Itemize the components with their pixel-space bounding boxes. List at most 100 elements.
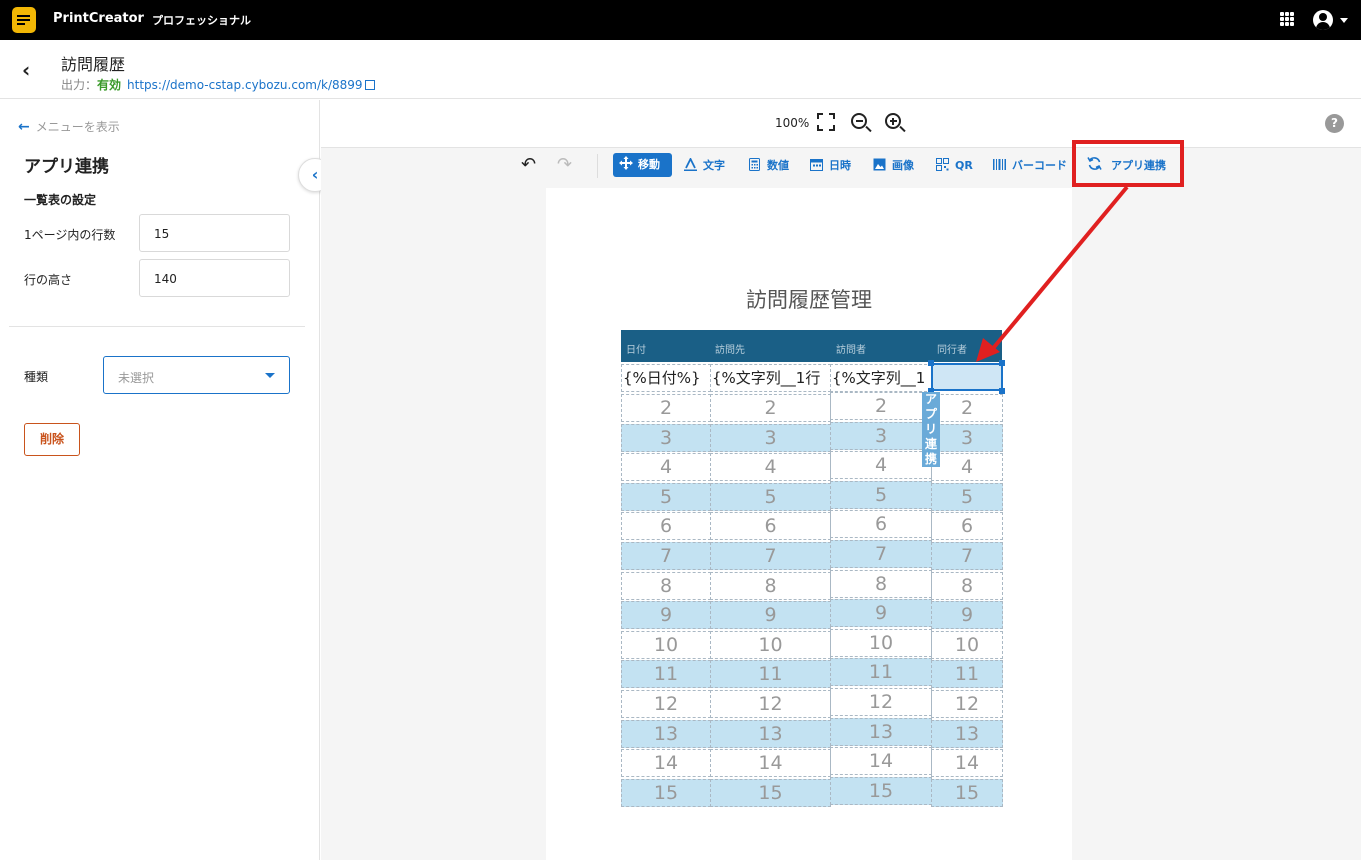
zoom-in-icon[interactable] bbox=[884, 112, 904, 132]
zoom-out-icon[interactable] bbox=[850, 112, 870, 132]
datetime-tool-button[interactable]: 日時 bbox=[810, 156, 851, 176]
row-number-cell[interactable]: 11 bbox=[710, 660, 831, 689]
row-number-cell[interactable]: 3 bbox=[710, 423, 831, 452]
row-number-cell[interactable]: 10 bbox=[830, 628, 932, 657]
row-number-cell[interactable]: 3 bbox=[931, 423, 1003, 452]
rows-per-page-input[interactable]: 15 bbox=[139, 214, 290, 252]
visitor-field-cell[interactable]: {%文字列__1 bbox=[830, 364, 932, 392]
app-name: PrintCreator bbox=[53, 11, 144, 26]
row-number-cell[interactable]: 10 bbox=[710, 630, 831, 659]
app-logo-icon[interactable] bbox=[12, 7, 36, 33]
row-number-cell[interactable]: 2 bbox=[931, 394, 1003, 422]
row-number-cell[interactable]: 4 bbox=[621, 453, 711, 482]
row-number-cell[interactable]: 11 bbox=[830, 658, 932, 687]
row-number-cell[interactable]: 13 bbox=[830, 717, 932, 746]
document-title[interactable]: 訪問履歴管理 bbox=[546, 284, 1072, 314]
row-number-cell[interactable]: 9 bbox=[710, 601, 831, 630]
row-number-cell[interactable]: 12 bbox=[830, 688, 932, 716]
row-number-cell[interactable]: 6 bbox=[931, 512, 1003, 541]
row-number-cell[interactable]: 9 bbox=[621, 601, 711, 630]
number-tool-button[interactable]: 数値 bbox=[748, 156, 789, 176]
row-number-cell[interactable]: 3 bbox=[621, 423, 711, 452]
row-number-cell[interactable]: 14 bbox=[931, 749, 1003, 778]
row-height-input[interactable]: 140 bbox=[139, 259, 290, 297]
row-number-cell[interactable]: 7 bbox=[621, 542, 711, 570]
row-number-cell[interactable]: 12 bbox=[710, 690, 831, 718]
row-number-cell[interactable]: 12 bbox=[621, 690, 711, 718]
row-number-cell[interactable]: 10 bbox=[931, 630, 1003, 659]
row-number-cell[interactable]: 6 bbox=[621, 512, 711, 541]
row-number-cell[interactable]: 2 bbox=[621, 394, 711, 422]
text-tool-button[interactable]: 文字 bbox=[684, 156, 725, 176]
row-number-cell[interactable]: 8 bbox=[830, 569, 932, 598]
row-number-cell[interactable]: 6 bbox=[710, 512, 831, 541]
row-number-cell[interactable]: 4 bbox=[931, 453, 1003, 482]
editor-area: 100% ? ↶ ↷ 移動 文字 数値 日時 画像 QR バーコード アプリ連携 bbox=[321, 100, 1361, 860]
number-tool-label: 数値 bbox=[767, 159, 789, 172]
selected-app-link-cell[interactable] bbox=[931, 363, 1003, 391]
row-number-cell[interactable]: 6 bbox=[830, 510, 932, 539]
type-select[interactable]: 未選択 bbox=[103, 356, 290, 394]
row-number-cell[interactable]: 3 bbox=[830, 421, 932, 450]
move-tool-label: 移動 bbox=[638, 158, 660, 171]
destination-field-cell[interactable]: {%文字列__1行 bbox=[710, 364, 831, 392]
date-field-cell[interactable]: {%日付%} bbox=[621, 364, 711, 392]
row-number-cell[interactable]: 7 bbox=[710, 542, 831, 570]
row-number-cell[interactable]: 14 bbox=[830, 747, 932, 776]
document-page[interactable]: 訪問履歴管理 日付 訪問先 訪問者 同行者 {%日付%} {%文字列__1行 {… bbox=[546, 188, 1072, 860]
fit-screen-icon[interactable] bbox=[816, 112, 836, 132]
row-number-cell[interactable]: 8 bbox=[710, 571, 831, 600]
image-tool-button[interactable]: 画像 bbox=[873, 156, 914, 176]
rows-per-page-label: 1ページ内の行数 bbox=[24, 228, 116, 242]
divider bbox=[9, 326, 305, 327]
row-number-cell[interactable]: 5 bbox=[621, 482, 711, 511]
row-number-cell[interactable]: 14 bbox=[710, 749, 831, 778]
zoom-bar: 100% ? bbox=[321, 100, 1361, 148]
qr-tool-button[interactable]: QR bbox=[936, 156, 973, 176]
account-menu-caret-icon[interactable] bbox=[1340, 18, 1348, 23]
show-menu-label: メニューを表示 bbox=[35, 120, 120, 134]
row-number-cell[interactable]: 10 bbox=[621, 630, 711, 659]
resize-handle[interactable] bbox=[928, 360, 934, 366]
row-number-cell[interactable]: 2 bbox=[830, 392, 932, 420]
row-number-cell[interactable]: 7 bbox=[830, 540, 932, 568]
move-tool-button[interactable]: 移動 bbox=[613, 153, 672, 177]
page-header: ‹ 訪問履歴 出力：有効 https://demo-cstap.cybozu.co… bbox=[0, 40, 1361, 99]
row-number-cell[interactable]: 15 bbox=[621, 778, 711, 807]
undo-icon[interactable]: ↶ bbox=[521, 154, 536, 175]
show-menu-link[interactable]: ← メニューを表示 bbox=[18, 118, 120, 135]
row-number-cell[interactable]: 9 bbox=[830, 599, 932, 628]
redo-icon[interactable]: ↷ bbox=[557, 154, 572, 175]
help-icon[interactable]: ? bbox=[1325, 114, 1344, 133]
row-number-cell[interactable]: 12 bbox=[931, 690, 1003, 718]
back-chevron-icon[interactable]: ‹ bbox=[22, 58, 30, 82]
row-number-cell[interactable]: 9 bbox=[931, 601, 1003, 630]
row-number-cell[interactable]: 5 bbox=[830, 480, 932, 509]
row-number-cell[interactable]: 7 bbox=[931, 542, 1003, 570]
row-number-cell[interactable]: 13 bbox=[621, 719, 711, 748]
row-number-cell[interactable]: 5 bbox=[931, 482, 1003, 511]
resize-handle[interactable] bbox=[999, 360, 1005, 366]
row-number-cell[interactable]: 11 bbox=[931, 660, 1003, 689]
row-number-cell[interactable]: 11 bbox=[621, 660, 711, 689]
row-number-cell[interactable]: 15 bbox=[931, 778, 1003, 807]
row-number-cell[interactable]: 15 bbox=[830, 776, 932, 805]
row-number-cell[interactable]: 14 bbox=[621, 749, 711, 778]
apps-grid-icon[interactable] bbox=[1280, 12, 1294, 26]
row-number-cell[interactable]: 13 bbox=[931, 719, 1003, 748]
external-link-icon[interactable] bbox=[364, 80, 375, 90]
row-number-cell[interactable]: 2 bbox=[710, 394, 831, 422]
row-number-cell[interactable]: 13 bbox=[710, 719, 831, 748]
row-number-cell[interactable]: 4 bbox=[830, 451, 932, 480]
header-cell-date: 日付 bbox=[626, 345, 646, 356]
delete-button[interactable]: 削除 bbox=[24, 423, 80, 456]
app-url-link[interactable]: https://demo-cstap.cybozu.com/k/8899 bbox=[127, 78, 363, 92]
header-cell-visitor: 訪問者 bbox=[836, 345, 866, 356]
barcode-tool-button[interactable]: バーコード bbox=[993, 156, 1067, 176]
row-number-cell[interactable]: 4 bbox=[710, 453, 831, 482]
row-number-cell[interactable]: 8 bbox=[621, 571, 711, 600]
row-number-cell[interactable]: 8 bbox=[931, 571, 1003, 600]
row-number-cell[interactable]: 15 bbox=[710, 778, 831, 807]
row-number-cell[interactable]: 5 bbox=[710, 482, 831, 511]
account-icon[interactable] bbox=[1313, 10, 1333, 30]
